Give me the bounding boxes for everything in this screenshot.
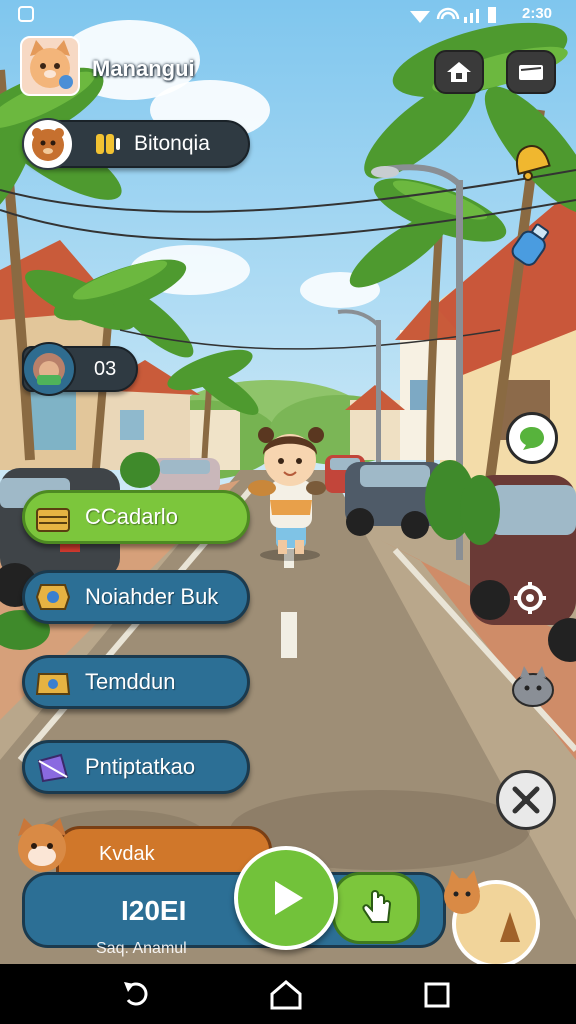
recents-button[interactable]: [422, 980, 452, 1010]
score-value: I20EI: [121, 895, 187, 926]
cat-pet-icon: [512, 666, 554, 707]
corner-cat-button[interactable]: [440, 862, 544, 968]
menu-button-2[interactable]: Temddun: [22, 655, 250, 709]
menu-label-0: CCadarlo: [85, 504, 178, 529]
play-icon: [275, 881, 303, 915]
cat-avatar-icon: [30, 40, 73, 89]
hand-icon: [362, 890, 392, 923]
gear-icon: [514, 582, 546, 614]
bear-face-icon: [32, 128, 64, 161]
pet-button[interactable]: [506, 658, 560, 712]
potion-bottle-icon: [511, 223, 549, 266]
lion-badge-icon: [33, 353, 65, 385]
menu-label-2: Temddun: [85, 669, 176, 694]
currency-display[interactable]: Bitonqia: [22, 118, 250, 170]
menu-button-3[interactable]: Pntiptatkao: [22, 740, 250, 794]
status-app-icon: [18, 6, 34, 22]
coin-icon: [96, 134, 120, 154]
menu-button-0[interactable]: CCadarlo: [22, 490, 250, 544]
chest-icon: [31, 660, 75, 704]
box-icon: [31, 745, 75, 789]
currency-avatar: [22, 118, 74, 170]
potion-button[interactable]: [506, 220, 556, 270]
chat-button[interactable]: [506, 412, 558, 464]
home-outline-icon: [270, 980, 302, 1010]
hand-button[interactable]: [332, 872, 420, 944]
crate-icon: [31, 495, 75, 539]
kvdak-tab[interactable]: Kvdak: [56, 826, 272, 878]
tools-button[interactable]: [496, 770, 556, 830]
recents-icon: [424, 982, 450, 1008]
player-avatar[interactable]: [20, 36, 80, 96]
mail-icon: [519, 65, 543, 80]
status-time: 2:30: [522, 5, 553, 22]
menu-button-1[interactable]: Noiahder Buk: [22, 570, 250, 624]
home-button[interactable]: [434, 50, 484, 94]
kvdak-tab-label: Kvdak: [99, 843, 155, 865]
level-display[interactable]: 03: [22, 342, 138, 396]
bottom-panel: Kvdak I20EI: [18, 818, 446, 950]
badge-icon: [31, 575, 75, 619]
cat-coin-icon: [444, 870, 540, 968]
bottom-footer-text: Saq. Anamul: [96, 940, 187, 957]
level-badge: [22, 342, 76, 396]
mail-button[interactable]: [506, 50, 556, 94]
cat-mascot-icon: [18, 818, 66, 872]
bell-icon: [515, 144, 551, 181]
status-bar: 2:30: [0, 0, 576, 30]
bell-button[interactable]: [506, 136, 556, 186]
currency-label: Bitonqia: [134, 132, 210, 155]
back-icon: [124, 982, 148, 1006]
chat-bubble-icon: [520, 427, 544, 450]
android-nav-bar: [0, 964, 576, 1024]
back-button[interactable]: [120, 978, 156, 1012]
play-button[interactable]: [234, 846, 338, 950]
menu-label-3: Pntiptatkao: [85, 754, 196, 779]
home-nav-button[interactable]: [268, 978, 304, 1012]
player-name: Manangui: [92, 56, 195, 81]
home-icon: [447, 62, 471, 82]
signal-icons: [410, 7, 496, 23]
settings-button[interactable]: [506, 574, 554, 622]
cat-mascot: [10, 814, 74, 878]
wrench-icon: [512, 786, 540, 814]
menu-label-1: Noiahder Buk: [85, 584, 219, 609]
level-value: 03: [94, 358, 117, 380]
